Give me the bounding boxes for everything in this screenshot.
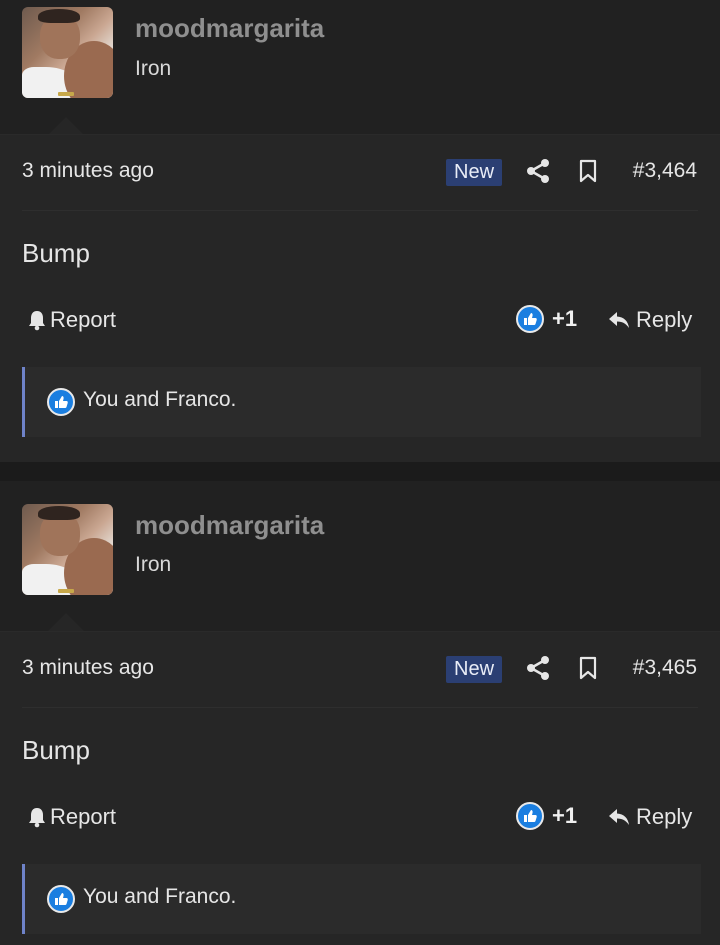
like-icon [47,885,75,913]
header-pointer [48,613,84,631]
report-label: Report [50,307,117,332]
post: moodmargarita Iron 3 minutes ago New #3,… [0,0,720,462]
post-body: Bump Report +1 Reply You and Franco. [0,707,720,945]
reply-button[interactable]: Reply [607,307,692,333]
like-count: +1 [552,306,578,331]
post-body: Bump Report +1 Reply You and Franco. [0,210,720,462]
share-icon[interactable] [526,655,550,681]
like-summary: You and Franco. [22,864,701,934]
likes-text[interactable]: You and Franco. [83,885,236,909]
like-icon [516,305,544,333]
new-badge: New [446,159,503,186]
post-number[interactable]: #3,465 [633,656,697,680]
report-button[interactable]: Report [26,804,116,830]
header-pointer [48,117,84,135]
like-button[interactable]: +1 [516,305,577,333]
report-label: Report [50,804,117,829]
post-content: Bump [22,735,90,765]
post-time[interactable]: 3 minutes ago [22,656,154,680]
divider [22,210,698,211]
post-header: moodmargarita Iron [0,0,720,135]
reply-icon [609,809,629,825]
bookmark-icon[interactable] [578,159,598,183]
like-icon [47,388,75,416]
avatar[interactable] [22,7,113,98]
reply-label: Reply [636,804,693,829]
like-button[interactable]: +1 [516,802,577,830]
user-title: Iron [135,553,172,576]
username[interactable]: moodmargarita [135,510,324,541]
post-time[interactable]: 3 minutes ago [22,159,154,183]
reply-button[interactable]: Reply [607,804,692,830]
avatar[interactable] [22,504,113,595]
post-meta: 3 minutes ago New #3,465 [0,631,720,708]
bell-icon [29,808,45,828]
post-content: Bump [22,238,90,268]
user-title: Iron [135,57,172,80]
like-count: +1 [552,803,578,828]
bookmark-icon[interactable] [578,656,598,680]
like-summary: You and Franco. [22,367,701,437]
post-header: moodmargarita Iron [0,481,720,631]
reply-icon [609,312,629,328]
new-badge: New [446,656,503,683]
share-icon[interactable] [526,158,550,184]
like-icon [516,802,544,830]
post-number[interactable]: #3,464 [633,159,697,183]
divider [22,707,698,708]
username[interactable]: moodmargarita [135,13,324,44]
bell-icon [29,311,45,331]
report-button[interactable]: Report [26,307,116,333]
reply-label: Reply [636,307,693,332]
post: moodmargarita Iron 3 minutes ago New #3,… [0,481,720,945]
likes-text[interactable]: You and Franco. [83,388,236,412]
post-meta: 3 minutes ago New #3,464 [0,134,720,211]
